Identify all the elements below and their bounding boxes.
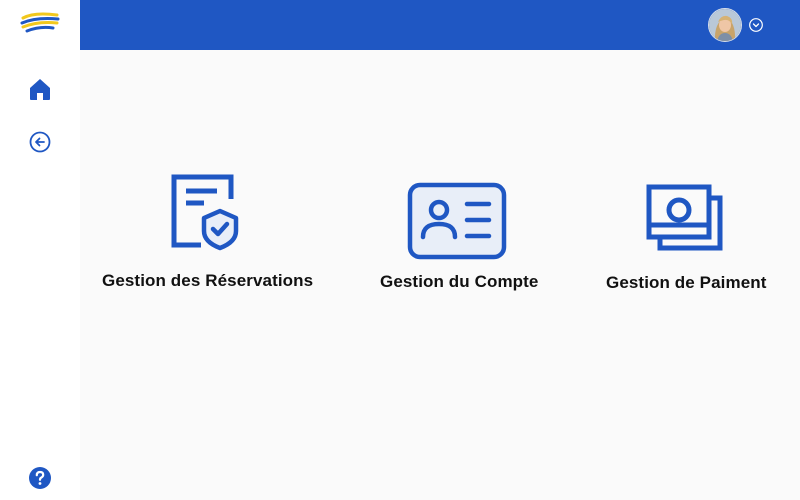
app: Gestion des Réservations Gestion du Comp…	[0, 0, 800, 500]
card-label: Gestion de Paiment	[606, 273, 767, 292]
help-icon	[29, 467, 51, 489]
card-icon	[407, 182, 507, 265]
home-button[interactable]	[24, 73, 56, 105]
main-content: Gestion des Réservations Gestion du Comp…	[80, 50, 800, 500]
payment-card[interactable]: Gestion de Paiment	[605, 180, 775, 300]
back-arrow-icon	[29, 131, 51, 153]
sidebar	[0, 0, 80, 500]
avatar-image-icon	[709, 9, 741, 41]
money-bill-icon	[646, 184, 723, 251]
top-bar	[80, 0, 800, 50]
card-label: Gestion des Réservations	[102, 271, 314, 290]
help-button[interactable]	[24, 462, 56, 494]
logo[interactable]	[20, 9, 60, 35]
card-icon	[170, 173, 240, 258]
home-icon	[30, 79, 50, 100]
reservations-card[interactable]: Gestion des Réservations	[100, 170, 314, 300]
account-card[interactable]: Gestion du Compte	[378, 180, 538, 300]
card-label: Gestion du Compte	[380, 272, 539, 291]
account-menu-toggle[interactable]	[748, 17, 764, 33]
document-shield-icon	[171, 174, 239, 251]
id-card-icon	[407, 182, 507, 260]
back-button[interactable]	[24, 126, 56, 158]
chevron-down-icon	[749, 18, 763, 32]
user-avatar[interactable]	[708, 8, 742, 42]
card-icon	[645, 183, 725, 258]
striped-globe-logo-icon	[20, 11, 60, 33]
